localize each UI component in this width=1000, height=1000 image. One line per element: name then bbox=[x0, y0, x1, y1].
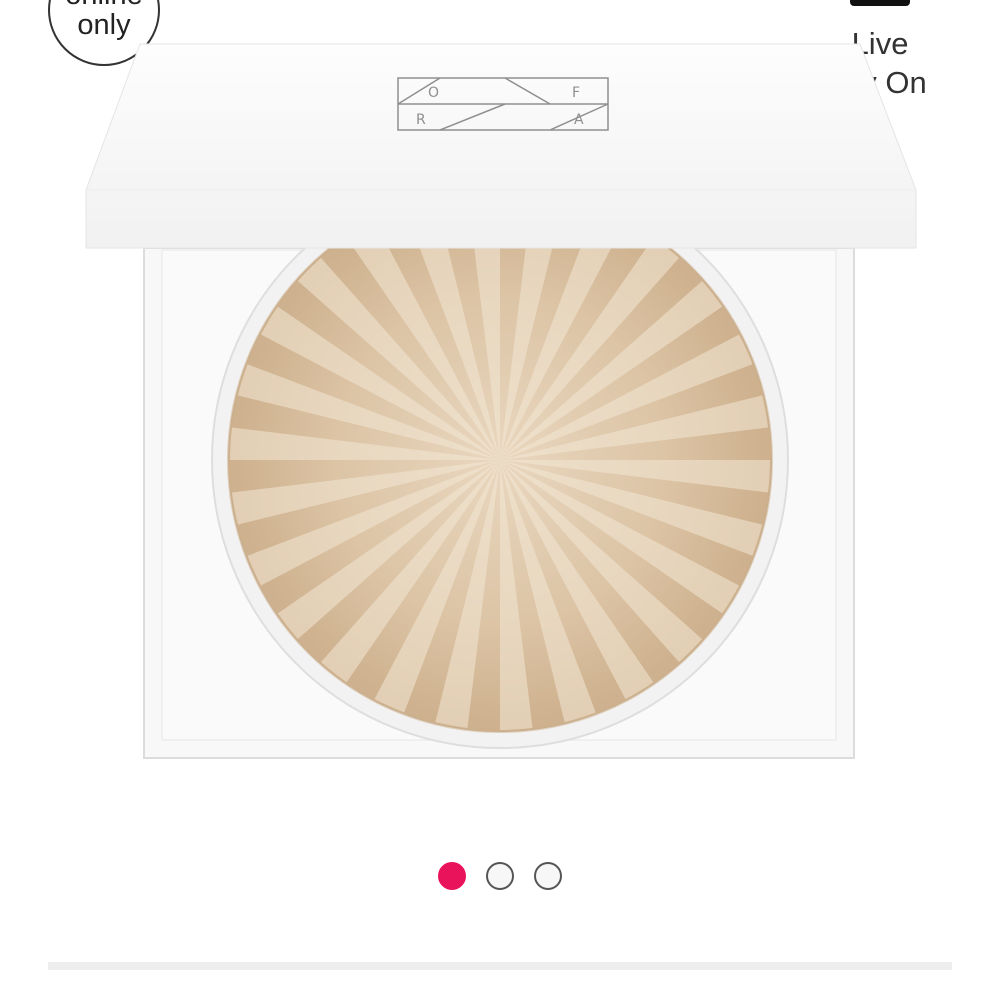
camera-icon bbox=[850, 0, 910, 6]
logo-letter-f: F bbox=[572, 85, 580, 101]
carousel-dot[interactable] bbox=[534, 862, 562, 890]
logo-letter-o: O bbox=[428, 85, 439, 101]
carousel-indicators bbox=[0, 862, 1000, 890]
carousel-dot[interactable] bbox=[486, 862, 514, 890]
product-image: O F R A bbox=[85, 43, 917, 759]
logo-letter-a: A bbox=[574, 112, 584, 128]
logo-letter-r: R bbox=[416, 112, 426, 128]
badge-line-2: only bbox=[77, 9, 131, 41]
carousel-dot[interactable] bbox=[438, 862, 466, 890]
section-divider bbox=[48, 962, 952, 970]
